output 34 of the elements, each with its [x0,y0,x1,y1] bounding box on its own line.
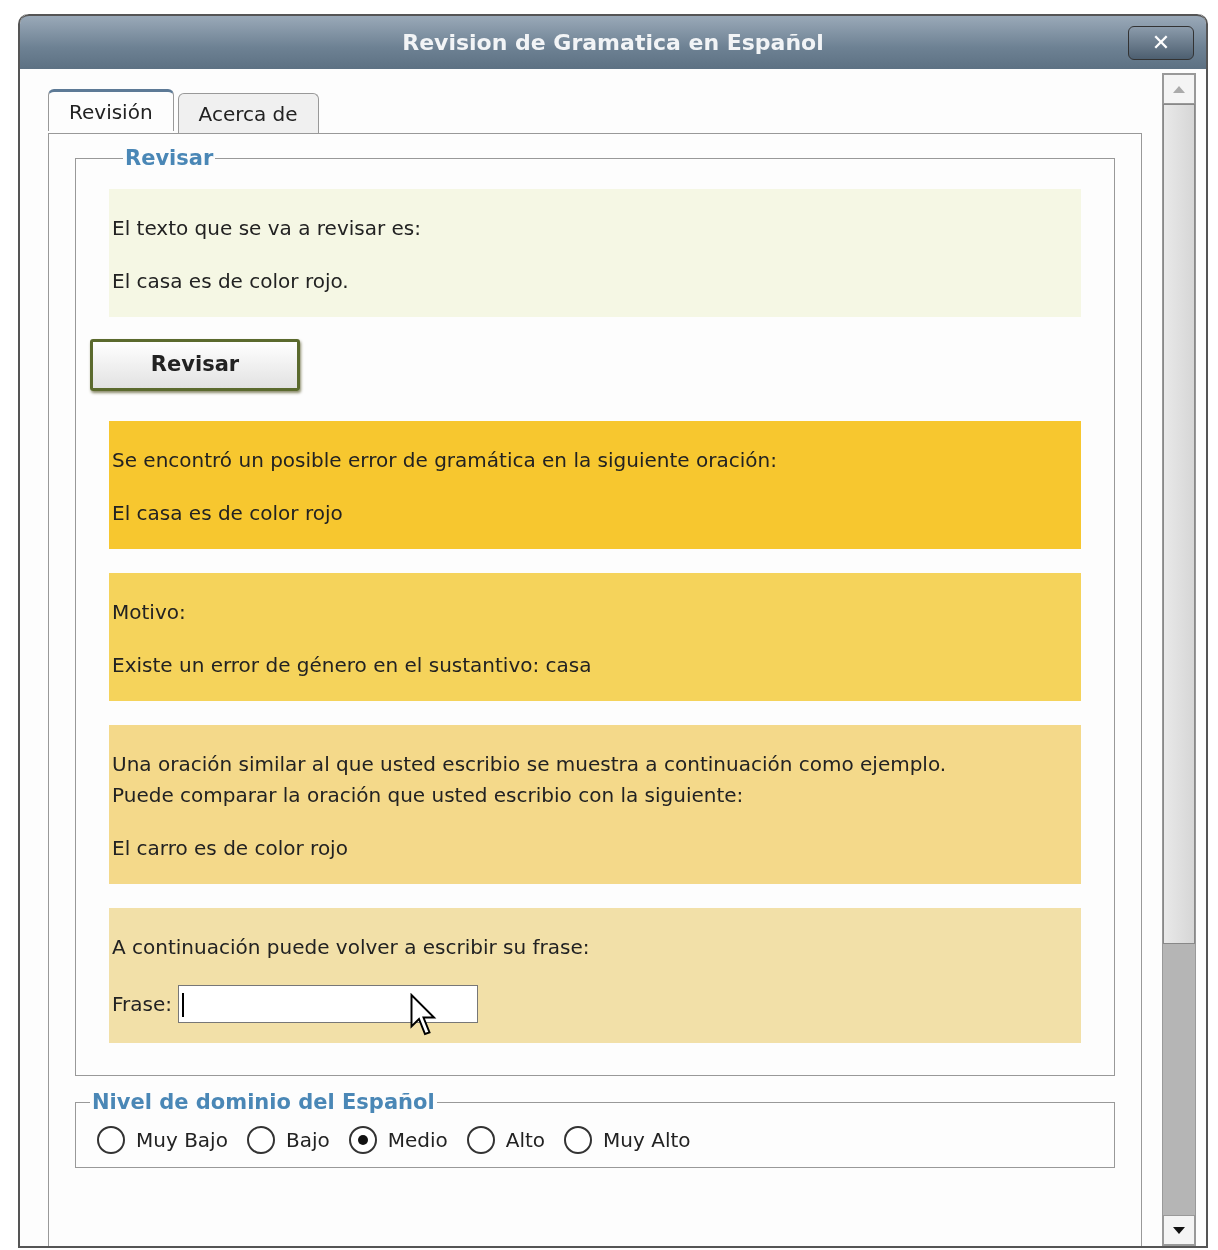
radio-option[interactable]: Bajo [245,1125,330,1155]
review-button[interactable]: Revisar [90,339,300,391]
radio-option[interactable]: Alto [465,1125,546,1155]
message-text: El casa es de color rojo [112,500,344,527]
radio-button[interactable] [245,1125,276,1155]
radio-button[interactable] [347,1125,378,1155]
text-cursor [182,993,184,1017]
message-text: Existe un error de género en el sustantivo: casa [112,652,593,679]
radio-option[interactable]: Muy Bajo [96,1125,228,1155]
message-text: A continuación puede volver a escribir su frase: [112,934,591,961]
radio-button[interactable] [563,1125,594,1155]
message-text: El texto que se va a revisar es: [112,215,422,242]
message-text: Una oración similar al que usted escribio se muestra a continuación como ejemplo. Puede comparar la oración que usted escribio con la siguiente: [112,751,948,809]
message-text: El casa es de color rojo. [112,268,350,295]
tab[interactable]: Revisión [48,89,174,131]
down-arrow-icon [1172,1225,1186,1235]
scroll-up-button[interactable] [1163,74,1195,104]
radio-option[interactable]: Muy Alto [563,1125,691,1155]
radio-button[interactable] [465,1125,496,1155]
scroll-down-button[interactable] [1163,1215,1195,1245]
radio-button[interactable] [96,1125,126,1155]
group-title: Nivel de dominio del Español [91,1092,436,1113]
window-title: Revision de Gramatica en Español [402,29,824,57]
message-text: Motivo: [112,599,187,626]
group-title: Revisar [124,148,215,169]
message-text: El carro es de color rojo [112,835,349,862]
scrollbar-thumb[interactable] [1163,104,1195,944]
message-text: Se encontró un posible error de gramática en la siguiente oración: [112,447,778,474]
field-label: Frase: [112,991,172,1018]
up-arrow-icon [1172,84,1186,94]
close-button[interactable]: ✕ [1128,26,1194,60]
tab[interactable]: Acerca de [177,93,319,133]
input-field[interactable] [178,985,478,1023]
radio-option[interactable]: Medio [347,1125,448,1155]
